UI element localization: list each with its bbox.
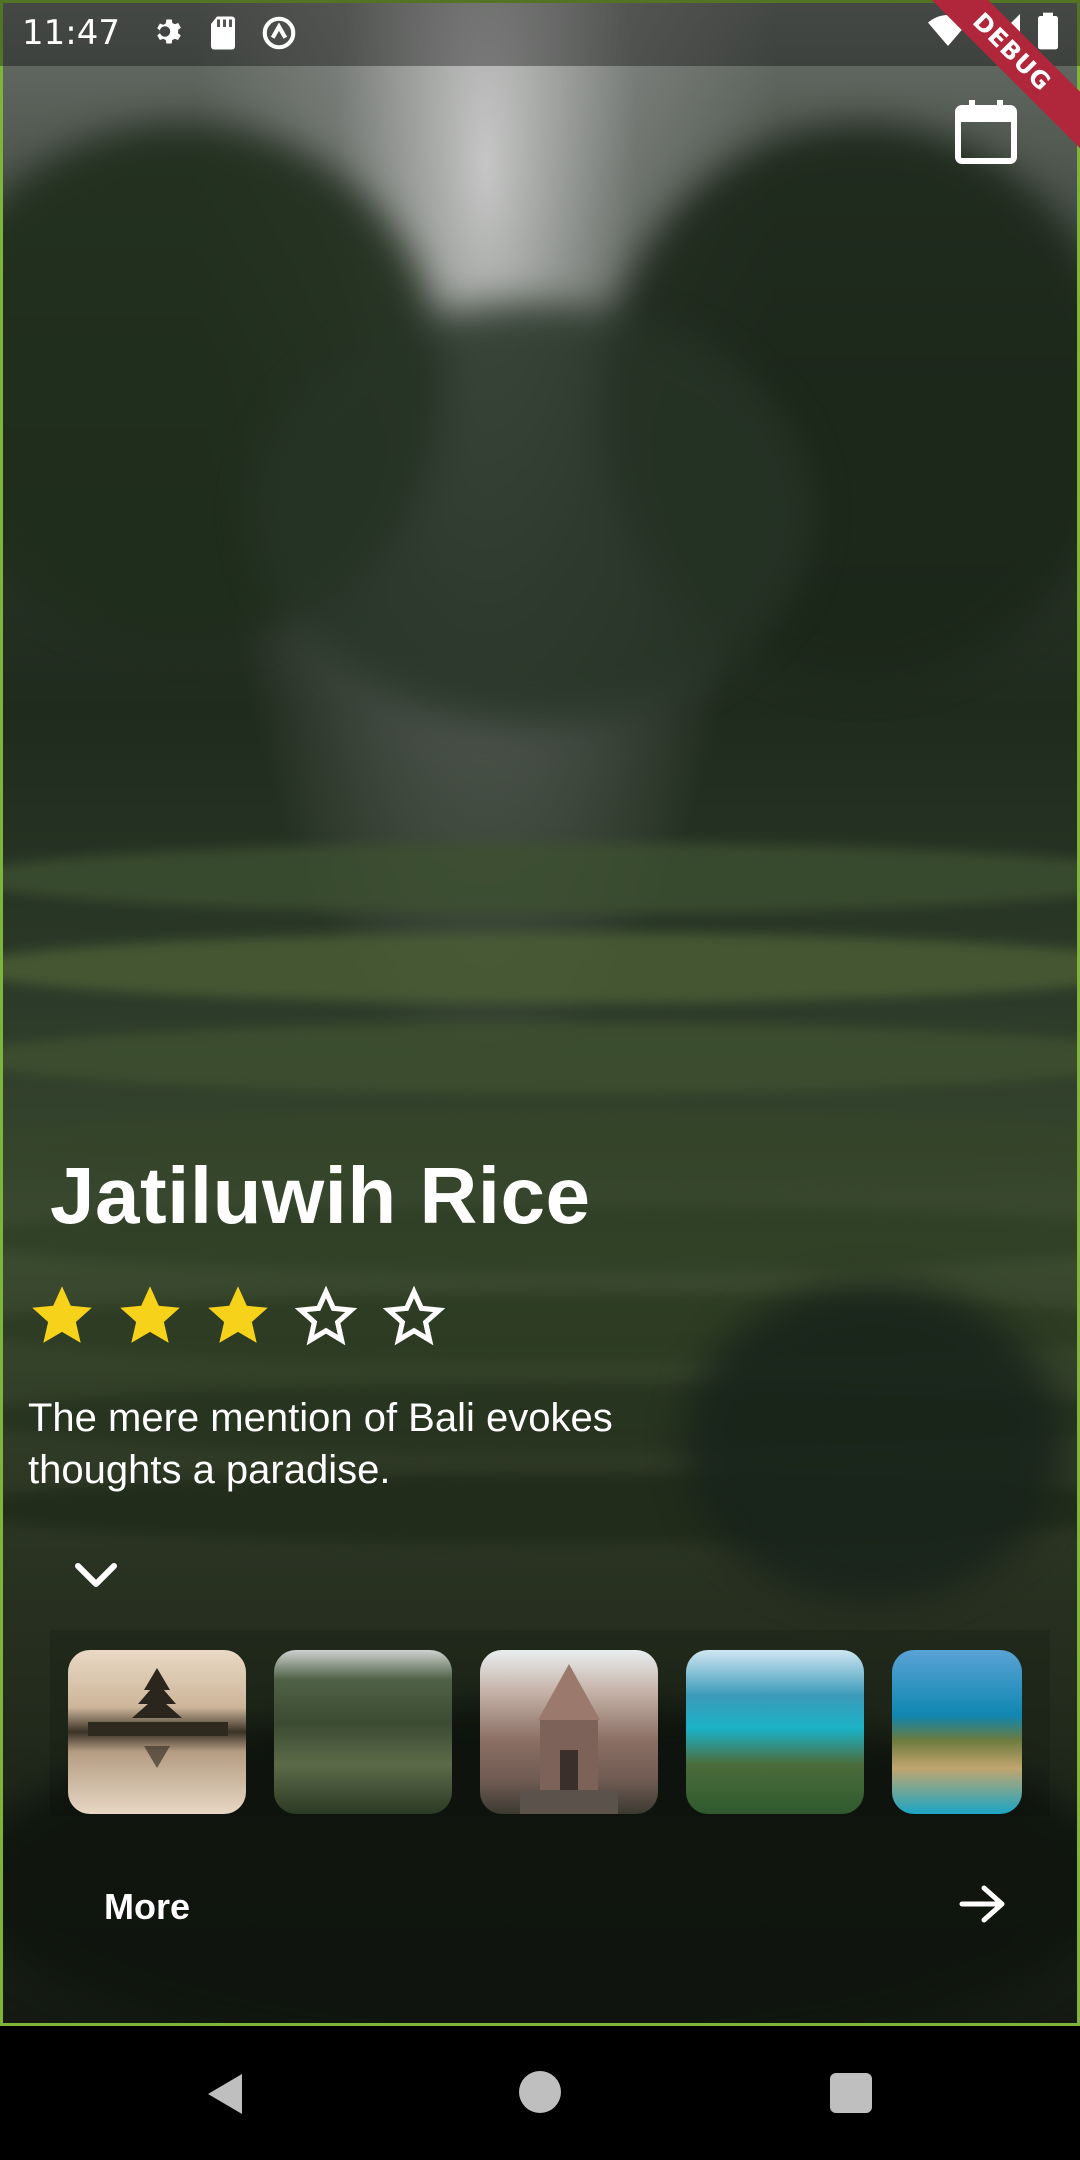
recent-apps-icon[interactable] [830,2073,872,2113]
star-outline-icon [294,1285,358,1346]
terrace-shape [3,843,1077,913]
star-filled-icon [32,1286,92,1343]
canopy-shape [253,303,813,723]
rating-stars [28,1282,448,1350]
sd-card-icon [210,16,235,50]
pagoda-image [88,1668,228,1768]
gallery-thumbnails[interactable] [68,1650,1024,1814]
sync-icon [262,16,296,50]
gallery-thumb-cliff-beach[interactable] [892,1650,1022,1814]
more-button[interactable]: More [104,1886,190,1928]
gallery-thumb-temple-lake[interactable] [68,1650,246,1814]
canopy-shape [683,1283,1063,1603]
battery-icon [1038,12,1058,50]
image-gallery[interactable] [50,1630,1050,1816]
place-description: The mere mention of Bali evokes thoughts… [28,1396,613,1492]
calendar-icon[interactable] [955,100,1017,164]
arrow-right-icon[interactable] [958,1884,1008,1924]
star-outline-icon [382,1285,446,1346]
terrace-shape [3,1023,1077,1093]
star-filled-icon [208,1286,268,1343]
gallery-thumb-stone-temple-gate[interactable] [480,1650,658,1814]
gallery-thumb-rice-terraces[interactable] [274,1650,452,1814]
home-icon[interactable] [519,2071,561,2113]
terrace-shape [3,933,1077,1003]
settings-icon [157,19,181,44]
place-title: Jatiluwih Rice [50,1151,591,1240]
status-bar: 11:47 DEBUG [0,0,1080,159]
temple-gate-image [520,1664,618,1814]
chevron-down-icon[interactable] [72,1560,120,1592]
star-filled-icon [120,1286,180,1343]
gallery-thumb-turquoise-coast[interactable] [686,1650,864,1814]
back-icon[interactable] [202,2070,246,2118]
status-time: 11:47 [22,13,120,53]
